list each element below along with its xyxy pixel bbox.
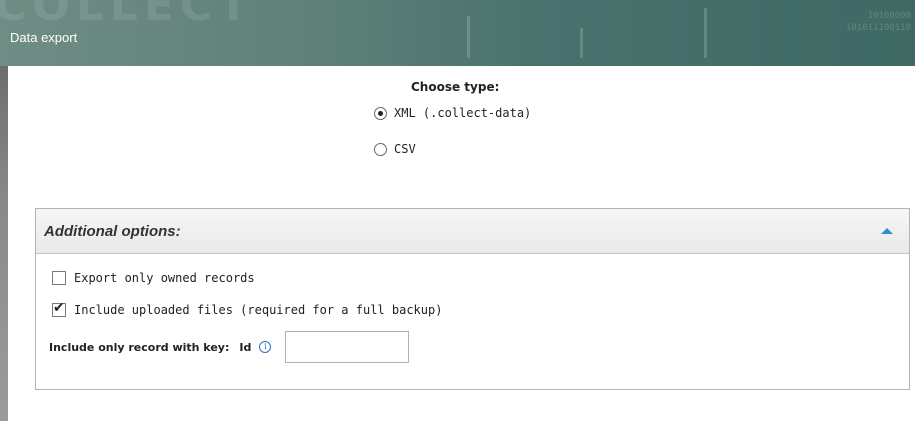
include-files-checkbox[interactable] — [52, 300, 66, 317]
decorative-spire — [704, 8, 707, 58]
decorative-spire — [580, 28, 583, 58]
dialog-title: Data export — [10, 30, 78, 45]
radio-option-xml[interactable]: XML (.collect-data) — [374, 106, 531, 120]
binary-line: 101011100110 — [845, 23, 911, 33]
dialog-header: COLLECT 10100000 101011100110 Data expor… — [0, 0, 915, 66]
export-owned-option[interactable]: Export only owned records — [52, 271, 255, 285]
record-key-row: Include only record with key: Id i — [49, 331, 410, 363]
additional-options-header[interactable]: Additional options: — [36, 209, 909, 254]
decorative-binary: 10100000 101011100110 — [846, 10, 911, 34]
record-key-input[interactable] — [285, 331, 410, 363]
xml-radio-label: XML (.collect-data) — [394, 106, 532, 120]
xml-radio-button[interactable] — [374, 106, 387, 120]
additional-options-panel: Additional options: Export only owned re… — [35, 208, 910, 390]
record-key-name: Id — [239, 340, 252, 354]
background-logo: COLLECT — [0, 0, 255, 31]
include-files-label: Include uploaded files (required for a f… — [74, 303, 443, 317]
record-key-label: Include only record with key: — [49, 340, 230, 354]
csv-radio-button[interactable] — [374, 142, 387, 156]
left-edge-strip — [0, 66, 8, 421]
choose-type-label: Choose type: — [411, 80, 500, 94]
export-owned-label: Export only owned records — [74, 271, 255, 285]
include-files-option[interactable]: Include uploaded files (required for a f… — [52, 300, 443, 317]
decorative-spire — [467, 16, 470, 58]
export-owned-checkbox[interactable] — [52, 271, 66, 285]
binary-line: 10100000 — [867, 11, 911, 21]
info-icon[interactable]: i — [259, 341, 272, 353]
csv-radio-label: CSV — [394, 142, 416, 156]
collapse-arrow-icon[interactable] — [881, 228, 893, 234]
dialog-body: Choose type: XML (.collect-data) CSV Add… — [8, 66, 915, 421]
radio-option-csv[interactable]: CSV — [374, 142, 416, 156]
additional-options-title: Additional options: — [44, 223, 181, 240]
